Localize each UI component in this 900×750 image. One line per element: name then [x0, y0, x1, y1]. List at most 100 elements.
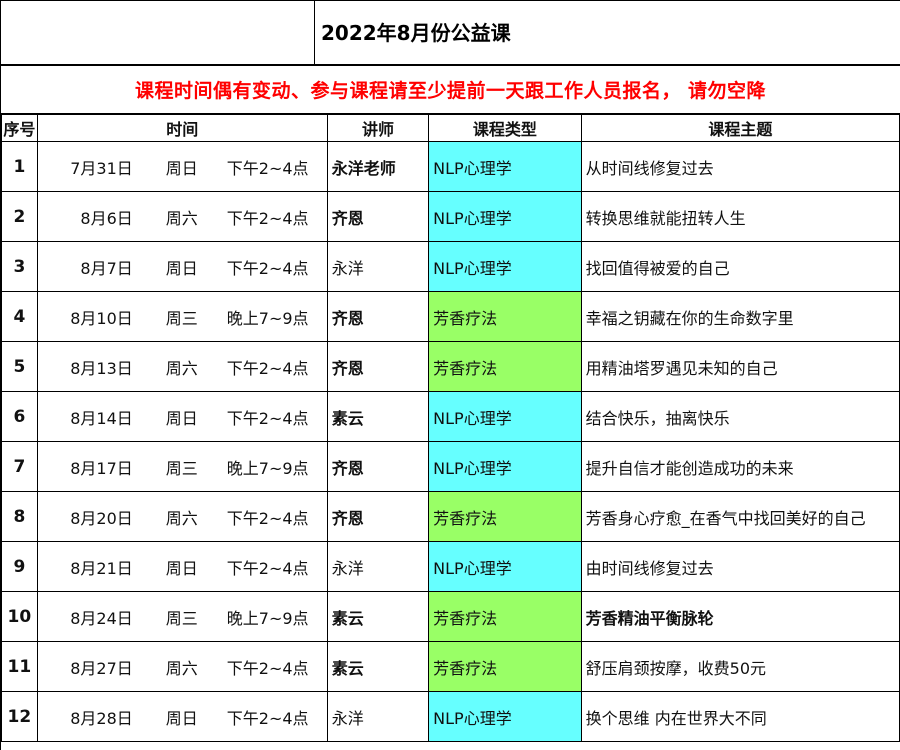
page-title: 2022年8月份公益课: [321, 21, 511, 45]
row-time: 8月17日 周三 晚上7~9点: [36, 441, 328, 492]
row-seq: 4: [1, 291, 38, 342]
row-timeslot: 下午2~4点: [226, 208, 309, 228]
row-weekday: 周日: [165, 158, 198, 178]
header-row: 序号 时间 讲师 课程类型 课程主题: [1, 114, 900, 142]
row-weekday: 周六: [165, 658, 198, 678]
table-row: 4 8月10日 周三 晚上7~9点 齐恩 芳香疗法 幸福之钥藏在你的生命数字里: [1, 291, 900, 342]
row-date: 8月17日: [70, 458, 133, 478]
row-weekday: 周日: [165, 708, 198, 728]
row-topic: 转换思维就能扭转人生: [580, 191, 900, 242]
table-row: 12 8月28日 周日 下午2~4点 永洋 NLP心理学 换个思维 内在世界大不同: [1, 691, 900, 742]
row-time: 8月7日 周日 下午2~4点: [36, 241, 328, 292]
row-course-type: 芳香疗法: [428, 291, 582, 342]
row-date: 8月13日: [70, 358, 133, 378]
row-weekday: 周日: [165, 408, 198, 428]
row-course-type: 芳香疗法: [428, 641, 582, 692]
row-teacher: 永洋: [326, 541, 430, 592]
row-timeslot: 下午2~4点: [226, 258, 309, 278]
schedule-body: 1 7月31日 周日 下午2~4点 永洋老师 NLP心理学 从时间线修复过去 2 8月6日 周六下…: [1, 141, 900, 742]
row-date: 7月31日: [70, 158, 133, 178]
row-seq: 12: [1, 691, 38, 742]
table-row: 11 8月27日 周六 下午2~4点 素云 芳香疗法 舒压肩颈按摩，收费50元: [1, 641, 900, 692]
row-seq: 9: [1, 541, 38, 592]
row-teacher: 齐恩: [326, 291, 430, 342]
row-date: 8月10日: [70, 308, 133, 328]
row-course-type: 芳香疗法: [428, 591, 582, 642]
row-time: 8月24日 周三 晚上7~9点: [36, 591, 328, 642]
row-teacher: 齐恩: [326, 341, 430, 392]
row-timeslot: 下午2~4点: [226, 658, 309, 678]
row-time: 8月6日 周六 下午2~4点: [36, 191, 328, 242]
header-teacher: 讲师: [326, 114, 430, 142]
row-seq: 7: [1, 441, 38, 492]
row-course-type: 芳香疗法: [428, 491, 582, 542]
table-row: 2 8月6日 周六 下午2~4点 齐恩 NLP心理学 转换思维就能扭转人生: [1, 191, 900, 242]
row-seq: 11: [1, 641, 38, 692]
row-timeslot: 下午2~4点: [226, 158, 309, 178]
row-weekday: 周六: [165, 208, 198, 228]
header-type: 课程类型: [428, 114, 582, 142]
row-course-type: NLP心理学: [428, 141, 582, 192]
row-date: 8月7日: [80, 258, 133, 278]
schedule-table: 序号 时间 讲师 课程类型 课程主题 1 7月31日 周日 下午2~4点 永洋老师 NLP…: [1, 114, 900, 742]
row-topic: 芳香精油平衡脉轮: [580, 591, 900, 642]
row-course-type: NLP心理学: [428, 241, 582, 292]
row-teacher: 齐恩: [326, 191, 430, 242]
row-seq: 3: [1, 241, 38, 292]
header-time: 时间: [36, 114, 328, 142]
row-date: 8月21日: [70, 558, 133, 578]
row-date: 8月24日: [70, 608, 133, 628]
row-course-type: NLP心理学: [428, 441, 582, 492]
table-wrap: 序号 时间 讲师 课程类型 课程主题 1 7月31日 周日 下午2~4点 永洋老师 NLP…: [1, 114, 900, 742]
header-seq: 序号: [1, 114, 38, 142]
row-topic: 幸福之钥藏在你的生命数字里: [580, 291, 900, 342]
row-weekday: 周日: [165, 258, 198, 278]
row-time: 8月28日 周日 下午2~4点: [36, 691, 328, 742]
row-course-type: 芳香疗法: [428, 341, 582, 392]
row-date: 8月28日: [70, 708, 133, 728]
row-timeslot: 下午2~4点: [226, 708, 309, 728]
row-seq: 10: [1, 591, 38, 642]
row-time: 8月10日 周三 晚上7~9点: [36, 291, 328, 342]
row-topic: 由时间线修复过去: [580, 541, 900, 592]
table-row: 9 8月21日 周日 下午2~4点 永洋 NLP心理学 由时间线修复过去: [1, 541, 900, 592]
row-timeslot: 下午2~4点: [226, 408, 309, 428]
row-timeslot: 晚上7~9点: [226, 458, 309, 478]
row-teacher: 素云: [326, 641, 430, 692]
title-blank-cell: [1, 1, 315, 64]
row-teacher: 素云: [326, 391, 430, 442]
row-weekday: 周三: [165, 608, 198, 628]
row-time: 8月20日 周六 下午2~4点: [36, 491, 328, 542]
row-topic: 舒压肩颈按摩，收费50元: [580, 641, 900, 692]
row-teacher: 永洋老师: [326, 141, 430, 192]
row-course-type: NLP心理学: [428, 541, 582, 592]
table-row: 8 8月20日 周六 下午2~4点 齐恩 芳香疗法 芳香身心疗愈_在香气中找回美好的自己: [1, 491, 900, 542]
row-topic: 用精油塔罗遇见未知的自己: [580, 341, 900, 392]
table-row: 7 8月17日 周三 晚上7~9点 齐恩 NLP心理学 提升自信才能创造成功的未来: [1, 441, 900, 492]
row-timeslot: 晚上7~9点: [226, 308, 309, 328]
row-course-type: NLP心理学: [428, 391, 582, 442]
row-teacher: 永洋: [326, 241, 430, 292]
row-teacher: 素云: [326, 591, 430, 642]
schedule-sheet: 2022年8月份公益课 课程时间偶有变动、参与课程请至少提前一天跟工作人员报名，…: [0, 0, 900, 750]
row-topic: 找回值得被爱的自己: [580, 241, 900, 292]
row-seq: 2: [1, 191, 38, 242]
row-date: 8月6日: [80, 208, 133, 228]
row-seq: 1: [1, 141, 38, 192]
row-course-type: NLP心理学: [428, 191, 582, 242]
row-date: 8月14日: [70, 408, 133, 428]
row-weekday: 周三: [165, 458, 198, 478]
row-time: 8月13日 周六 下午2~4点: [36, 341, 328, 392]
row-time: 8月27日 周六 下午2~4点: [36, 641, 328, 692]
row-teacher: 齐恩: [326, 491, 430, 542]
row-topic: 从时间线修复过去: [580, 141, 900, 192]
notice-text: 课程时间偶有变动、参与课程请至少提前一天跟工作人员报名， 请勿空降: [134, 80, 767, 102]
row-time: 7月31日 周日 下午2~4点: [36, 141, 328, 192]
row-timeslot: 晚上7~9点: [226, 608, 309, 628]
row-weekday: 周三: [165, 308, 198, 328]
row-course-type: NLP心理学: [428, 691, 582, 742]
row-topic: 结合快乐，抽离快乐: [580, 391, 900, 442]
row-topic: 换个思维 内在世界大不同: [580, 691, 900, 742]
row-date: 8月20日: [70, 508, 133, 528]
row-topic: 提升自信才能创造成功的未来: [580, 441, 900, 492]
